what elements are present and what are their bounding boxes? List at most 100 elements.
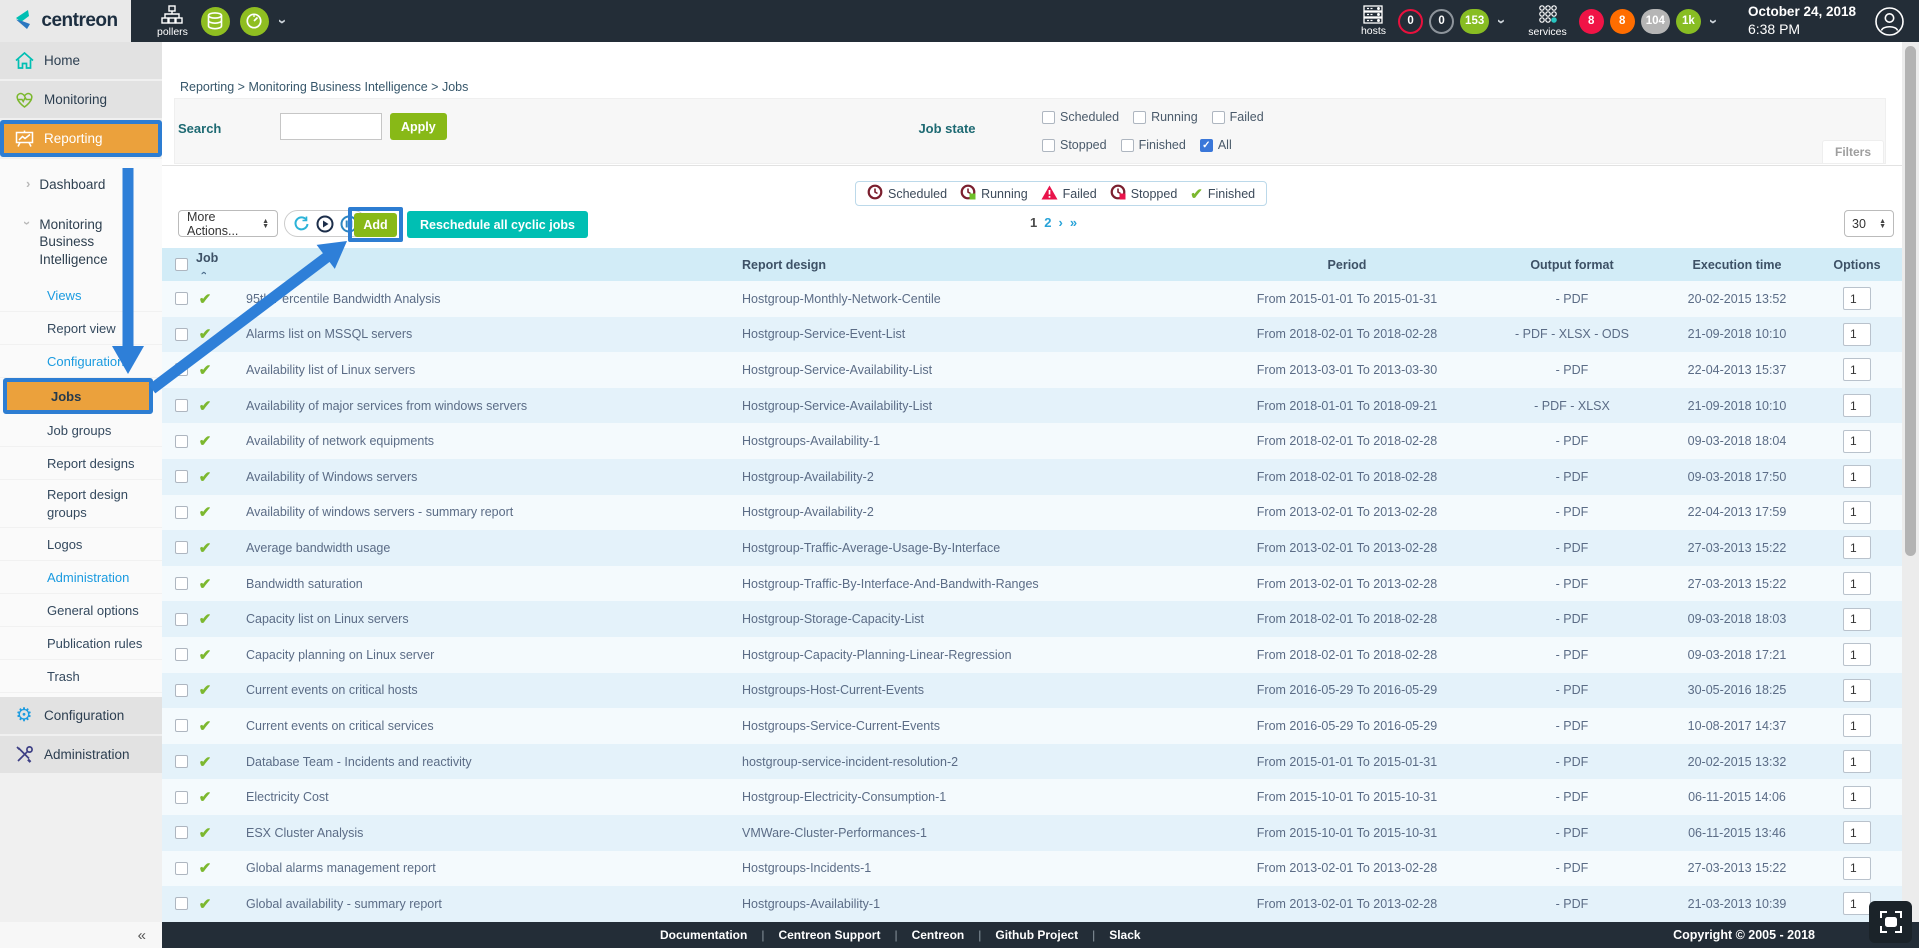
sidebar-item-monitoring[interactable]: Monitoring: [0, 81, 162, 118]
options-input[interactable]: [1843, 714, 1871, 737]
sidebar-item-jobs[interactable]: Jobs: [3, 378, 153, 414]
sidebar-item-configuration[interactable]: Configuration: [0, 345, 162, 378]
options-input[interactable]: [1843, 536, 1871, 559]
options-input[interactable]: [1843, 358, 1871, 381]
row-checkbox[interactable]: [175, 719, 188, 732]
footer-link-centreon-support[interactable]: Centreon Support: [778, 928, 880, 942]
search-input[interactable]: [280, 113, 382, 140]
select-all-checkbox[interactable]: [175, 258, 188, 271]
options-input[interactable]: [1843, 430, 1871, 453]
sidebar-item-report-view[interactable]: Report view: [0, 312, 162, 345]
sidebar-item-job-groups[interactable]: Job groups: [0, 414, 162, 447]
footer-link-slack[interactable]: Slack: [1109, 928, 1140, 942]
row-checkbox[interactable]: [175, 684, 188, 697]
options-input[interactable]: [1843, 857, 1871, 880]
options-input[interactable]: [1843, 750, 1871, 773]
running-checkbox[interactable]: [1133, 111, 1146, 124]
status-badge[interactable]: 104: [1641, 9, 1670, 34]
row-checkbox[interactable]: [175, 435, 188, 448]
footer-link-github-project[interactable]: Github Project: [995, 928, 1078, 942]
options-input[interactable]: [1843, 323, 1871, 346]
row-checkbox[interactable]: [175, 648, 188, 661]
page-[interactable]: »: [1070, 215, 1077, 230]
reschedule-all-cyclic-jobs-button[interactable]: Reschedule all cyclic jobs: [407, 211, 588, 238]
database-status-icon[interactable]: [201, 7, 230, 36]
filters-tab[interactable]: Filters: [1822, 140, 1884, 163]
finished-checkbox[interactable]: [1121, 139, 1134, 152]
status-badge[interactable]: 153: [1460, 9, 1489, 34]
row-checkbox[interactable]: [175, 292, 188, 305]
status-badge[interactable]: 0: [1398, 9, 1423, 34]
column-execution-time[interactable]: Execution time: [1693, 258, 1782, 272]
options-input[interactable]: [1843, 786, 1871, 809]
vertical-scrollbar[interactable]: [1902, 42, 1919, 922]
add-button[interactable]: Add: [354, 213, 397, 237]
column-period[interactable]: Period: [1328, 258, 1367, 272]
refresh-icon[interactable]: [293, 215, 310, 232]
sidebar-item-administration[interactable]: Administration: [0, 561, 162, 594]
stopped-checkbox[interactable]: [1042, 139, 1055, 152]
job-state-option-scheduled[interactable]: Scheduled: [1042, 110, 1119, 124]
hosts-menu[interactable]: hosts: [1361, 5, 1386, 37]
job-state-option-finished[interactable]: Finished: [1121, 138, 1186, 152]
sidebar-item-dashboard[interactable]: ›Dashboard: [0, 165, 162, 205]
all-checkbox[interactable]: ✓: [1200, 139, 1213, 152]
options-input[interactable]: [1843, 608, 1871, 631]
play-icon[interactable]: [316, 215, 334, 233]
column-job[interactable]: Job: [196, 251, 218, 265]
column-output-format[interactable]: Output format: [1530, 258, 1613, 272]
row-checkbox[interactable]: [175, 470, 188, 483]
row-checkbox[interactable]: [175, 862, 188, 875]
page-2[interactable]: 2: [1044, 215, 1051, 230]
breadcrumb[interactable]: Reporting > Monitoring Business Intellig…: [180, 80, 468, 94]
scrollbar-thumb[interactable]: [1905, 46, 1916, 556]
footer-link-centreon[interactable]: Centreon: [912, 928, 965, 942]
status-badge[interactable]: 8: [1579, 9, 1604, 34]
row-checkbox[interactable]: [175, 791, 188, 804]
latency-gauge-icon[interactable]: [240, 7, 269, 36]
hosts-chevron-down-icon[interactable]: ›: [1493, 19, 1510, 24]
scheduled-checkbox[interactable]: [1042, 111, 1055, 124]
sidebar-item-trash[interactable]: Trash: [0, 660, 162, 693]
fullscreen-icon[interactable]: [1869, 901, 1912, 943]
more-actions-select[interactable]: More Actions... ▲▼: [178, 210, 278, 237]
row-checkbox[interactable]: [175, 506, 188, 519]
row-checkbox[interactable]: [175, 613, 188, 626]
row-checkbox[interactable]: [175, 541, 188, 554]
pollers-menu[interactable]: pollers: [157, 5, 188, 38]
apply-button[interactable]: Apply: [390, 113, 447, 140]
row-checkbox[interactable]: [175, 577, 188, 590]
status-badge[interactable]: 1k: [1676, 9, 1701, 34]
options-input[interactable]: [1843, 465, 1871, 488]
sidebar-item-reporting[interactable]: Reporting: [0, 120, 162, 157]
page-size-select[interactable]: 30 ▲▼: [1844, 210, 1894, 237]
row-checkbox[interactable]: [175, 363, 188, 376]
sidebar-item-report-designs[interactable]: Report designs: [0, 447, 162, 480]
job-state-option-running[interactable]: Running: [1133, 110, 1198, 124]
options-input[interactable]: [1843, 892, 1871, 915]
options-input[interactable]: [1843, 501, 1871, 524]
sidebar-collapse-button[interactable]: «: [138, 927, 146, 944]
services-menu[interactable]: services: [1528, 5, 1567, 38]
status-badge[interactable]: 0: [1429, 9, 1454, 34]
sidebar-item-report-design-groups[interactable]: Report design groups: [0, 480, 162, 528]
page-[interactable]: ›: [1058, 215, 1062, 230]
job-state-option-stopped[interactable]: Stopped: [1042, 138, 1107, 152]
failed-checkbox[interactable]: [1212, 111, 1225, 124]
sidebar-item-administration[interactable]: Administration: [0, 736, 162, 773]
sidebar-item-home[interactable]: Home: [0, 42, 162, 79]
options-input[interactable]: [1843, 821, 1871, 844]
status-badge[interactable]: 8: [1610, 9, 1635, 34]
row-checkbox[interactable]: [175, 826, 188, 839]
options-input[interactable]: [1843, 394, 1871, 417]
options-input[interactable]: [1843, 679, 1871, 702]
sidebar-item-general-options[interactable]: General options: [0, 594, 162, 627]
user-profile-icon[interactable]: [1874, 6, 1905, 37]
options-input[interactable]: [1843, 287, 1871, 310]
options-input[interactable]: [1843, 643, 1871, 666]
row-checkbox[interactable]: [175, 399, 188, 412]
sidebar-item-configuration[interactable]: ⚙Configuration: [0, 697, 162, 734]
options-input[interactable]: [1843, 572, 1871, 595]
row-checkbox[interactable]: [175, 755, 188, 768]
poller-chevron-down-icon[interactable]: ›: [274, 19, 291, 24]
